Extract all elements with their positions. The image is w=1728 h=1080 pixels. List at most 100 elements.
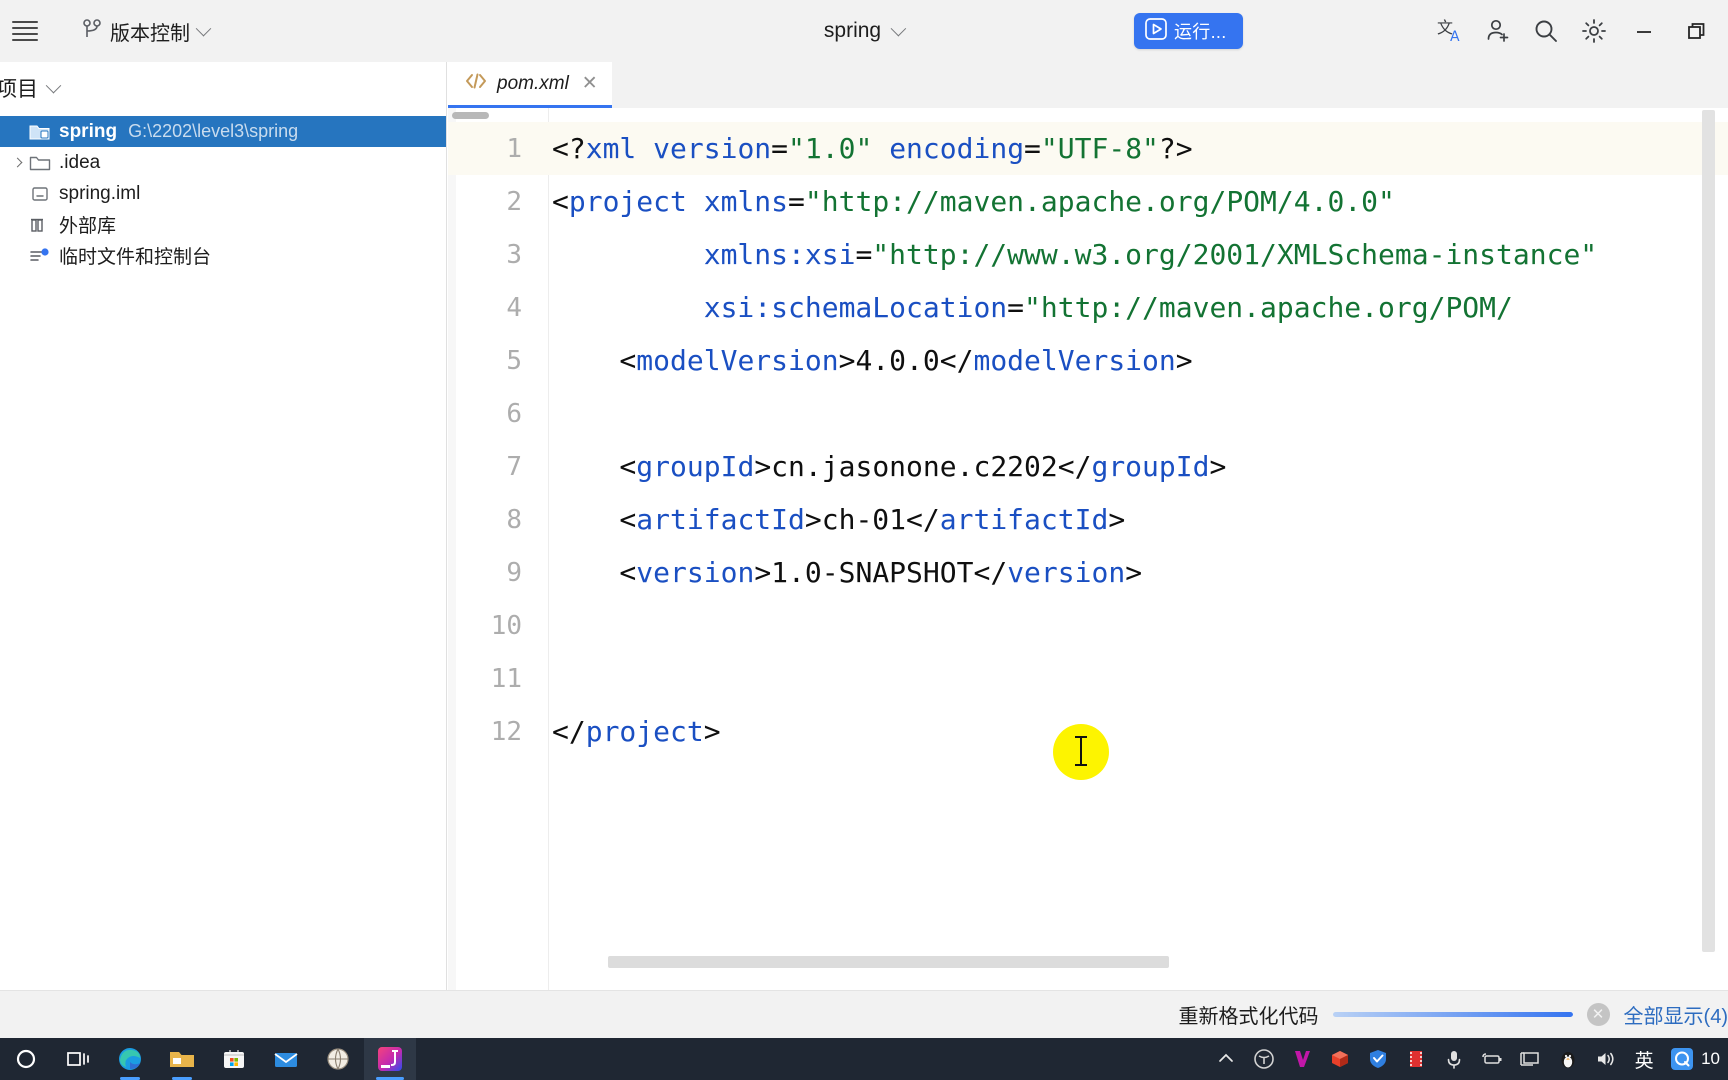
close-icon[interactable]: ✕: [582, 72, 598, 95]
code-line[interactable]: 1 <?xml version="1.0" encoding="UTF-8"?>: [448, 122, 1728, 175]
tree-item-external-libraries[interactable]: 外部库: [0, 209, 446, 240]
code-line[interactable]: 4 xsi:schemaLocation="http://maven.apach…: [448, 281, 1728, 334]
show-all-link[interactable]: 全部显示(4): [1624, 1000, 1728, 1029]
tree-item-label: 临时文件和控制台: [59, 247, 212, 268]
line-number: 6: [506, 398, 522, 429]
add-user-icon[interactable]: [1474, 7, 1522, 55]
line-number: 11: [490, 663, 522, 694]
start-search-icon[interactable]: [0, 1038, 52, 1080]
tray-microphone-icon[interactable]: [1435, 1038, 1473, 1080]
line-number: 7: [506, 451, 522, 482]
intellij-idea-icon[interactable]: [364, 1038, 416, 1080]
play-icon: [1145, 17, 1167, 45]
tree-item-label: 外部库: [59, 216, 117, 237]
tray-recorder-icon[interactable]: [1397, 1038, 1435, 1080]
line-number: 8: [506, 504, 522, 535]
tray-shield-icon[interactable]: [1359, 1038, 1397, 1080]
microsoft-store-icon[interactable]: [208, 1038, 260, 1080]
tray-penguin-icon[interactable]: [1549, 1038, 1587, 1080]
chevron-down-icon: [45, 77, 62, 93]
code-line[interactable]: 9 <version>1.0-SNAPSHOT</version>: [448, 546, 1728, 599]
code-line-content: <?xml version="1.0" encoding="UTF-8"?>: [552, 132, 1193, 165]
toolbar-right-group: 文 A: [1426, 0, 1728, 62]
tray-volume-icon[interactable]: [1587, 1038, 1625, 1080]
progress-bar-fill: [1332, 1012, 1573, 1017]
mail-icon[interactable]: [260, 1038, 312, 1080]
tray-app-1-icon[interactable]: [1245, 1038, 1283, 1080]
show-hidden-icons-chevron[interactable]: [1207, 1038, 1245, 1080]
project-tree: spring G:\2202\level3\spring .idea sprin…: [0, 114, 446, 271]
tray-app-3-icon[interactable]: [1321, 1038, 1359, 1080]
text-cursor-icon: [1075, 736, 1087, 766]
project-tool-window-header[interactable]: 项目: [0, 62, 446, 114]
editor-area: pom.xml ✕ 1 <?xml version="1.0" encoding=…: [448, 62, 1728, 990]
search-icon[interactable]: [1522, 7, 1570, 55]
code-line[interactable]: 3 xmlns:xsi="http://www.w3.org/2001/XMLS…: [448, 228, 1728, 281]
code-editor[interactable]: 1 <?xml version="1.0" encoding="UTF-8"?> 2…: [448, 108, 1728, 990]
code-line[interactable]: 8 <artifactId>ch-01</artifactId>: [448, 493, 1728, 546]
chevron-down-icon: [890, 20, 907, 36]
line-number: 12: [490, 716, 522, 747]
run-button-label: 运行...: [1174, 22, 1227, 42]
tray-display-icon[interactable]: [1511, 1038, 1549, 1080]
task-view-icon[interactable]: [52, 1038, 104, 1080]
code-line-content: xmlns:xsi="http://www.w3.org/2001/XMLSch…: [703, 238, 1598, 271]
scratches-consoles-icon: [28, 246, 52, 266]
settings-icon[interactable]: [1570, 7, 1618, 55]
tree-item-spring[interactable]: spring G:\2202\level3\spring: [0, 116, 446, 147]
code-line-content: <artifactId>ch-01</artifactId>: [552, 503, 1126, 536]
project-sidebar: 项目 spring G:\2202\level3\spring .idea sp…: [0, 62, 447, 990]
branch-icon: [82, 18, 102, 45]
windows-taskbar: 英 10: [0, 1038, 1728, 1080]
code-line[interactable]: 11: [448, 652, 1728, 705]
file-explorer-icon[interactable]: [156, 1038, 208, 1080]
project-selector[interactable]: spring: [814, 14, 914, 48]
background-task-label: 重新格式化代码: [1178, 1006, 1319, 1028]
tray-battery-icon[interactable]: [1473, 1038, 1511, 1080]
tab-pom-xml[interactable]: pom.xml ✕: [448, 62, 612, 108]
iml-file-icon: [28, 184, 52, 204]
hamburger-menu-icon[interactable]: [10, 19, 40, 43]
horizontal-scrollbar[interactable]: [558, 956, 1698, 968]
code-line-content: <groupId>cn.jasonone.c2202</groupId>: [552, 450, 1227, 483]
taskbar-clock[interactable]: 10: [1701, 1049, 1726, 1069]
tray-app-2-icon[interactable]: [1283, 1038, 1321, 1080]
version-control-widget[interactable]: 版本控制: [72, 12, 219, 51]
vertical-scrollbar[interactable]: [1702, 110, 1715, 965]
line-number: 10: [490, 610, 522, 641]
horizontal-scrollbar-thumb[interactable]: [608, 956, 1169, 968]
folder-icon: [28, 153, 52, 173]
tree-item-spring-iml[interactable]: spring.iml: [0, 178, 446, 209]
minimize-button[interactable]: [1618, 7, 1670, 55]
status-bar: 重新格式化代码 ✕ 全部显示(4): [0, 990, 1728, 1038]
external-libraries-icon: [28, 215, 52, 235]
tree-item-idea[interactable]: .idea: [0, 147, 446, 178]
code-line[interactable]: 12 </project>: [448, 705, 1728, 758]
expand-arrow[interactable]: [6, 157, 28, 168]
version-control-label: 版本控制: [110, 22, 190, 45]
line-number: 9: [506, 557, 522, 588]
cancel-task-icon[interactable]: ✕: [1586, 1003, 1610, 1026]
tree-item-scratches-and-consoles[interactable]: 临时文件和控制台: [0, 240, 446, 271]
run-button[interactable]: 运行...: [1134, 13, 1243, 49]
browser-icon[interactable]: [312, 1038, 364, 1080]
main-toolbar: 版本控制 spring 运行... 文 A: [0, 0, 1728, 62]
code-line[interactable]: 6: [448, 387, 1728, 440]
code-line[interactable]: 2 <project xmlns="http://maven.apache.org…: [448, 175, 1728, 228]
ime-language-indicator[interactable]: 英: [1625, 1038, 1663, 1080]
edge-browser-icon[interactable]: [104, 1038, 156, 1080]
project-name-label: spring: [823, 19, 882, 42]
qq-icon[interactable]: [1663, 1038, 1701, 1080]
translate-icon[interactable]: 文 A: [1426, 7, 1474, 55]
ime-label: 英: [1634, 1050, 1654, 1072]
code-line[interactable]: 5 <modelVersion>4.0.0</modelVersion>: [448, 334, 1728, 387]
line-number: 5: [506, 345, 522, 376]
restore-button[interactable]: [1670, 7, 1722, 55]
code-line[interactable]: 7 <groupId>cn.jasonone.c2202</groupId>: [448, 440, 1728, 493]
ide-window: 版本控制 spring 运行... 文 A 项目 spring G:\2202\…: [0, 0, 1728, 1080]
vertical-scrollbar-thumb[interactable]: [1702, 110, 1715, 952]
progress-bar: [1332, 1012, 1573, 1017]
line-number: 1: [506, 133, 522, 164]
code-line[interactable]: 10: [448, 599, 1728, 652]
project-tool-window-title: 项目: [0, 78, 38, 101]
